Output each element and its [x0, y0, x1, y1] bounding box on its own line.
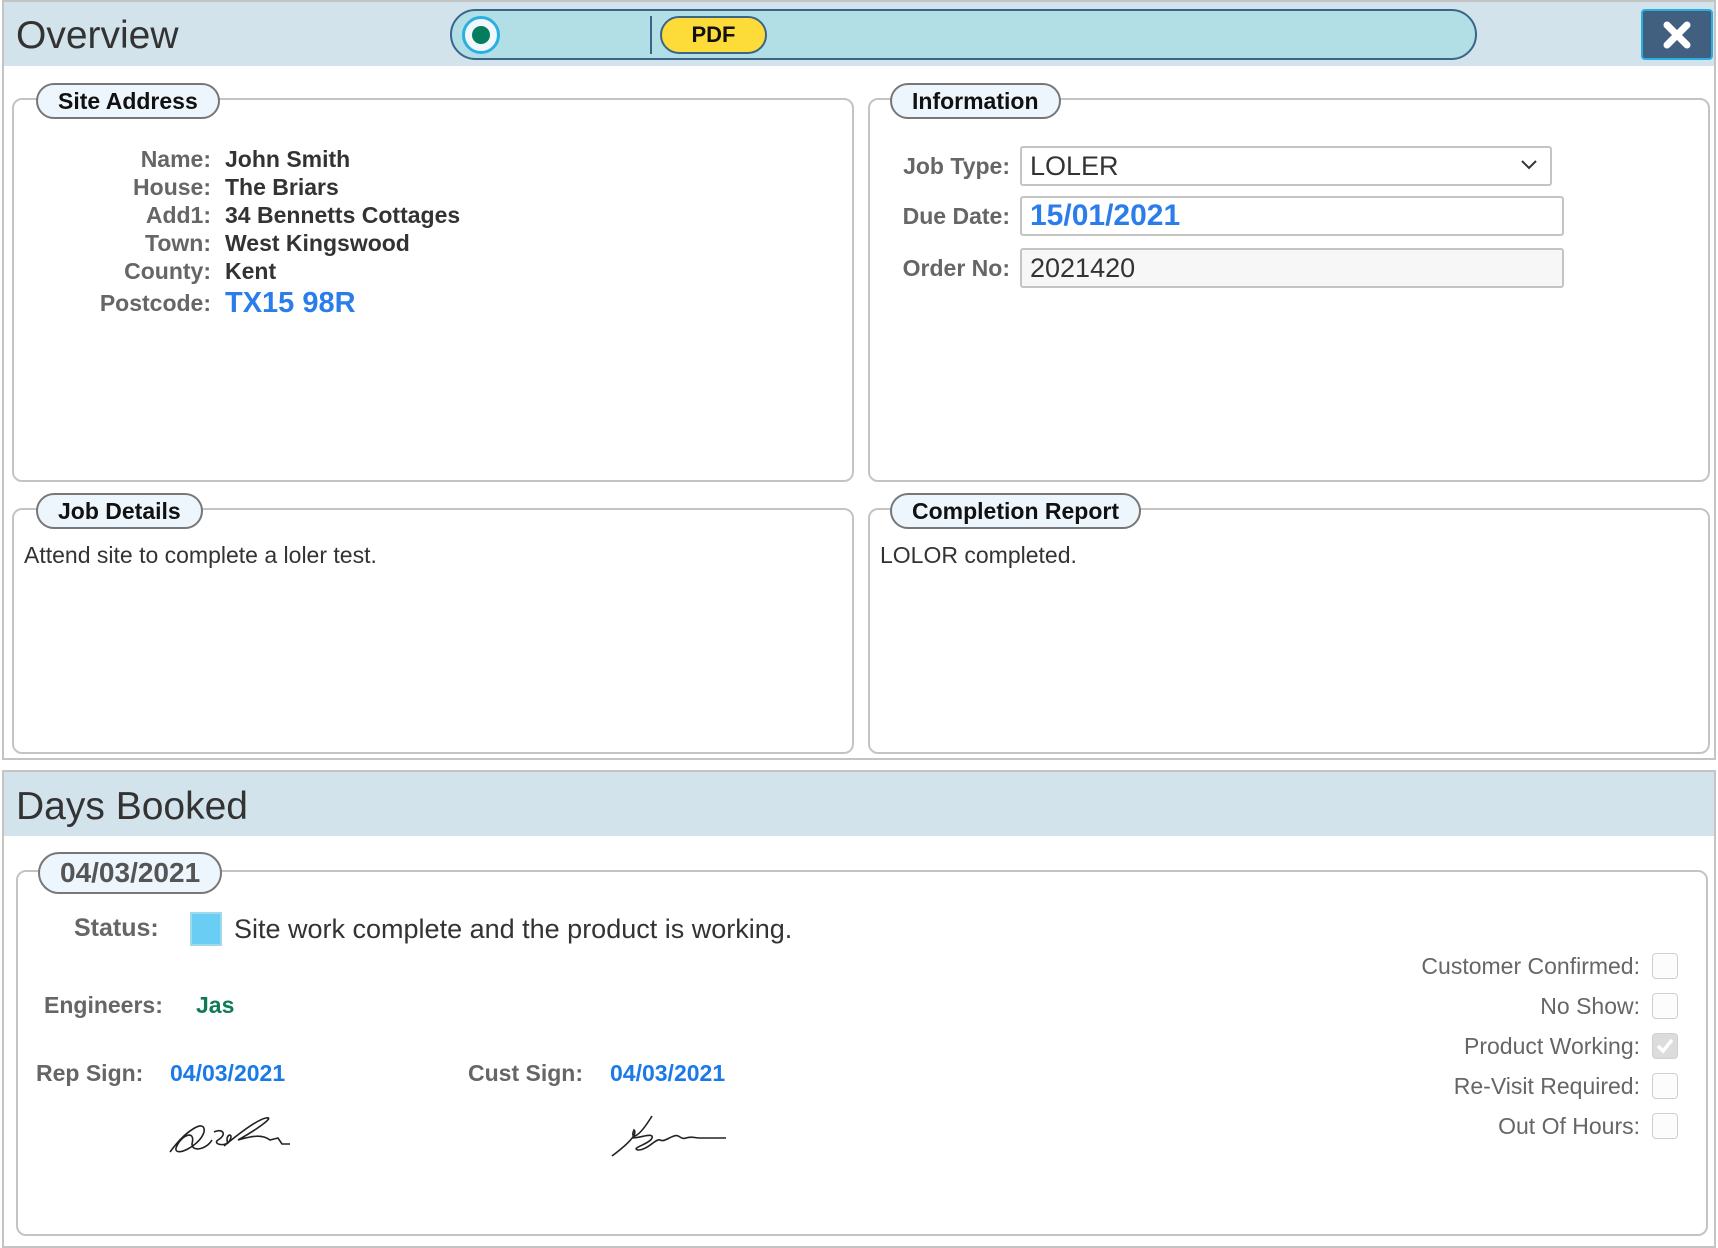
address-row-name: Name: John Smith: [14, 146, 351, 174]
rep-signature-image: [169, 1117, 290, 1153]
address-row-county: County: Kent: [14, 258, 276, 286]
checkbox-label: Out Of Hours:: [1498, 1112, 1640, 1139]
job-type-value: LOLER: [1030, 150, 1119, 181]
address-label: Name:: [140, 146, 211, 172]
address-label: Add1:: [145, 202, 211, 228]
job-details-text: Attend site to complete a loler test.: [24, 542, 377, 568]
cust-sign-date: 04/03/2021: [610, 1060, 726, 1086]
postcode-link[interactable]: TX15 98R: [225, 289, 356, 318]
overview-title: Overview: [16, 14, 179, 57]
checkmark-icon: [1656, 1038, 1674, 1054]
order-no-row: Order No: 2021420: [870, 248, 1564, 288]
engineers-label: Engineers:: [44, 992, 163, 1018]
cust-signature-image: [611, 1115, 726, 1157]
customer-confirmed-checkbox[interactable]: [1652, 953, 1678, 979]
days-booked-panel: Days Booked 04/03/2021 Status: Site work…: [2, 770, 1716, 1248]
job-type-row: Job Type: LOLER: [870, 146, 1552, 186]
chevron-down-icon: [1521, 160, 1537, 170]
cust-sign-label: Cust Sign:: [468, 1060, 583, 1086]
address-label: County:: [124, 258, 211, 284]
site-address-section: Site Address Name: John Smith House: The…: [12, 83, 854, 482]
days-booked-header: Days Booked: [4, 772, 1714, 836]
address-label: Town:: [145, 230, 211, 256]
order-no-label: Order No:: [902, 254, 1010, 281]
checkbox-revisit-required: Re-Visit Required:: [1454, 1072, 1678, 1100]
pdf-button[interactable]: PDF: [660, 16, 767, 54]
address-value: Kent: [225, 258, 277, 284]
information-legend: Information: [890, 83, 1061, 119]
rep-sign-label: Rep Sign:: [36, 1060, 144, 1086]
job-details-section: Job Details Attend site to complete a lo…: [12, 493, 854, 754]
due-date-row: Due Date: 15/01/2021: [870, 196, 1564, 236]
overview-toolbar: PDF: [450, 9, 1477, 60]
days-booked-title: Days Booked: [16, 785, 248, 828]
toolbar-separator: [650, 16, 652, 54]
site-address-legend: Site Address: [36, 83, 220, 119]
checkbox-label: No Show:: [1540, 992, 1640, 1019]
product-working-checkbox[interactable]: [1652, 1033, 1678, 1059]
checkbox-product-working: Product Working:: [1464, 1032, 1678, 1060]
address-label: Postcode:: [99, 290, 211, 316]
address-row-town: Town: West Kingswood: [14, 230, 410, 258]
status-color-swatch: [190, 912, 222, 946]
close-icon: [1663, 21, 1691, 48]
status-text: Site work complete and the product is wo…: [234, 914, 793, 944]
no-show-checkbox[interactable]: [1652, 993, 1678, 1019]
checkbox-customer-confirmed: Customer Confirmed:: [1421, 952, 1678, 980]
information-section: Information Job Type: LOLER Due Date: 15…: [868, 83, 1710, 482]
address-value: West Kingswood: [225, 230, 410, 256]
order-no-field[interactable]: 2021420: [1020, 248, 1564, 288]
due-date-label: Due Date:: [902, 202, 1010, 229]
due-date-field[interactable]: 15/01/2021: [1020, 196, 1564, 236]
job-details-legend: Job Details: [36, 493, 203, 529]
address-row-postcode: Postcode: TX15 98R: [14, 289, 356, 318]
address-value: The Briars: [225, 174, 339, 200]
address-row-add1: Add1: 34 Bennetts Cottages: [14, 202, 460, 230]
overview-panel: Overview PDF Site Address Name: John Smi…: [2, 0, 1716, 760]
job-type-label: Job Type:: [903, 152, 1010, 179]
checkbox-no-show: No Show:: [1540, 992, 1678, 1020]
checkbox-label: Product Working:: [1464, 1032, 1640, 1059]
day-date-legend: 04/03/2021: [38, 852, 223, 894]
job-type-select[interactable]: LOLER: [1020, 146, 1552, 186]
completion-report-text: LOLOR completed.: [880, 542, 1077, 568]
status-radio-button[interactable]: [462, 16, 500, 54]
day-entry: 04/03/2021 Status: Site work complete an…: [16, 852, 1708, 1236]
close-button[interactable]: [1641, 9, 1713, 60]
rep-sign-date: 04/03/2021: [170, 1060, 286, 1086]
radio-selected-icon: [472, 26, 490, 44]
address-row-house: House: The Briars: [14, 174, 339, 202]
completion-report-section: Completion Report LOLOR completed.: [868, 493, 1710, 754]
engineer-name: Jas: [196, 992, 235, 1018]
completion-report-legend: Completion Report: [890, 493, 1141, 529]
overview-header: Overview PDF: [4, 2, 1714, 66]
checkbox-out-of-hours: Out Of Hours:: [1498, 1112, 1678, 1140]
address-value: John Smith: [225, 146, 351, 172]
address-label: House:: [133, 174, 211, 200]
status-label: Status:: [74, 914, 159, 942]
checkbox-label: Re-Visit Required:: [1453, 1072, 1640, 1099]
checkbox-label: Customer Confirmed:: [1421, 952, 1640, 979]
revisit-required-checkbox[interactable]: [1652, 1073, 1678, 1099]
out-of-hours-checkbox[interactable]: [1652, 1113, 1678, 1139]
address-value: 34 Bennetts Cottages: [225, 202, 461, 228]
